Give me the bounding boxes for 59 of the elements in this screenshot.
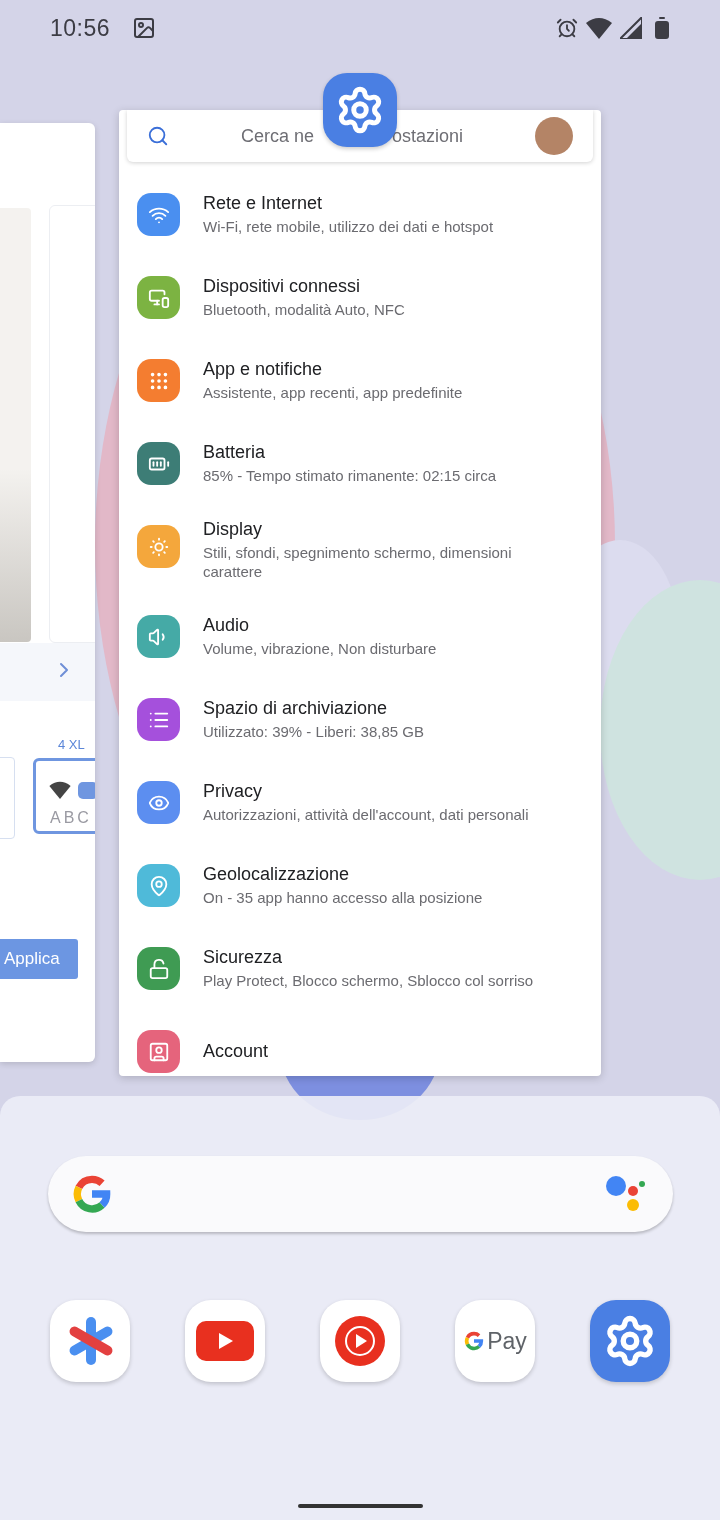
search-bar[interactable] — [47, 1156, 673, 1232]
search-field[interactable]: Cerca ne ostazioni — [127, 110, 593, 162]
item-subtitle: On - 35 app hanno accesso alla posizione — [203, 888, 483, 907]
item-subtitle: Utilizzato: 39% - Liberi: 38,85 GB — [203, 722, 424, 741]
sample-text: ABC — [50, 809, 92, 827]
app-icon[interactable]: Pay — [455, 1300, 535, 1382]
avatar[interactable] — [535, 117, 573, 155]
settings-item[interactable]: App e notifiche Assistente, app recenti, app predefinite — [119, 339, 601, 422]
settings-item[interactable]: Geolocalizzazione On - 35 app hanno accesso alla posizione — [119, 844, 601, 927]
settings-item[interactable]: Account — [119, 1010, 601, 1076]
play-circle-icon — [335, 1316, 385, 1366]
settings-item[interactable]: Batteria 85% - Tempo stimato rimanente: 02:15 circa — [119, 422, 601, 505]
play-button-icon — [196, 1321, 254, 1361]
item-subtitle: Autorizzazioni, attività dell'account, dati personali — [203, 805, 529, 824]
item-title: Privacy — [203, 781, 263, 802]
settings-icon[interactable] — [590, 1300, 670, 1382]
app-icon[interactable] — [50, 1300, 130, 1382]
item-title: Geolocalizzazione — [203, 864, 351, 885]
settings-app-card[interactable] — [119, 110, 601, 1076]
item-subtitle: Volume, vibrazione, Non disturbare — [203, 639, 437, 658]
item-title: Account — [203, 1041, 269, 1062]
item-title: Dispositivi connessi — [203, 276, 362, 297]
alarm-icon — [556, 17, 578, 39]
search-placeholder: Cerca ne — [240, 125, 314, 147]
google-logo-icon — [463, 1330, 486, 1352]
app-icon[interactable] — [185, 1300, 265, 1382]
item-subtitle: Wi-Fi, rete mobile, utilizzo dei dati e hotspot — [203, 217, 494, 236]
item-title: Display — [203, 519, 264, 540]
settings-item[interactable]: Rete e Internet Wi-Fi, rete mobile, utilizzo dei dati e hotspot — [119, 173, 601, 256]
toggle-preview — [78, 782, 95, 799]
settings-item[interactable]: Audio Volume, vibrazione, Non disturbare — [119, 595, 601, 678]
app-preview-card[interactable]: 4 XL ABC Applica — [0, 123, 95, 1062]
signal-icon — [620, 17, 642, 39]
status-time: 10:56 — [50, 14, 111, 42]
assistant-icon[interactable] — [604, 1175, 645, 1213]
search-placeholder: ostazioni — [392, 125, 464, 147]
app-icon[interactable] — [320, 1300, 400, 1382]
item-title: Audio — [203, 615, 251, 636]
size-label: 4 XL — [58, 737, 85, 752]
settings-item[interactable]: Display Stili, sfondi, spegnimento schermo, dimensioni carattere — [119, 505, 601, 595]
search-icon — [147, 125, 169, 147]
settings-item[interactable]: Privacy Autorizzazioni, attività dell'account, dati personali — [119, 761, 601, 844]
item-title: Batteria — [203, 442, 267, 463]
item-title: App e notifiche — [203, 359, 324, 380]
item-subtitle: Assistente, app recenti, app predefinite — [203, 383, 463, 402]
settings-item[interactable]: Spazio di archiviazione Utilizzato: 39% - Liberi: 38,85 GB — [119, 678, 601, 761]
settings-item[interactable]: Dispositivi connessi Bluetooth, modalità Auto, NFC — [119, 256, 601, 339]
image-icon — [132, 16, 157, 40]
item-title: Spazio di archiviazione — [203, 698, 389, 719]
pay-label: Pay — [487, 1327, 527, 1355]
item-subtitle: Play Protect, Blocco schermo, Sblocco col sorriso — [203, 971, 534, 990]
item-title: Rete e Internet — [203, 193, 324, 214]
item-subtitle: 85% - Tempo stimato rimanente: 02:15 circa — [203, 466, 497, 485]
item-subtitle: Stili, sfondi, spegnimento schermo, dimensioni carattere — [203, 543, 513, 581]
wifi-icon — [586, 17, 612, 39]
item-subtitle: Bluetooth, modalità Auto, NFC — [203, 300, 405, 319]
wifi-icon — [49, 781, 71, 799]
settings-item[interactable]: Sicurezza Play Protect, Blocco schermo, Sblocco col sorriso — [119, 927, 601, 1010]
item-title: Sicurezza — [203, 947, 284, 968]
